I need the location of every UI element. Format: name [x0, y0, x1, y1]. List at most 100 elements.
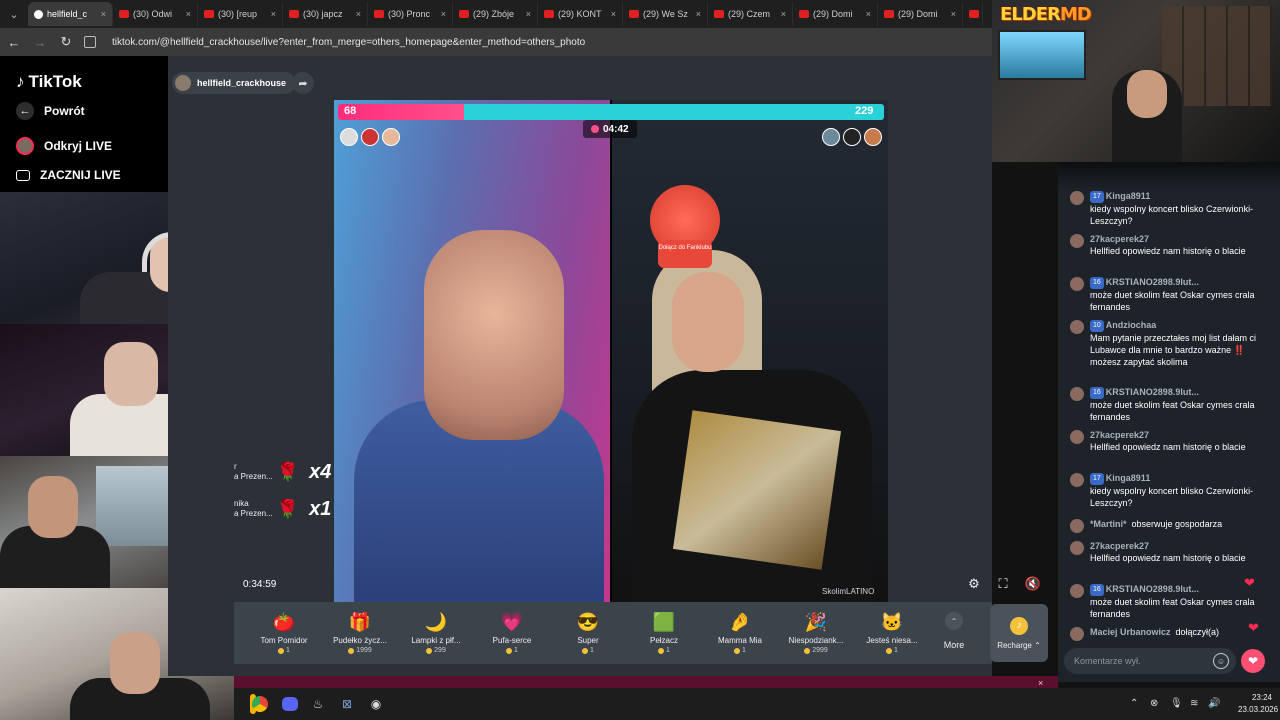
avatar[interactable] [1070, 541, 1084, 555]
forward-arrow-icon[interactable]: → [32, 35, 48, 50]
chat-username[interactable]: KRSTIANO2898.9lut... [1106, 584, 1199, 594]
microphone-icon[interactable]: 🎙 [1170, 698, 1183, 709]
chevron-up-icon[interactable]: ⌃ [1130, 698, 1138, 709]
chat-username[interactable]: Andziochaa [1106, 320, 1157, 330]
recharge-button[interactable]: ♪ Recharge ⌃ [990, 604, 1048, 662]
tiktok-logo[interactable]: ♪ TikTok [16, 72, 82, 92]
close-icon[interactable]: × [1038, 678, 1043, 688]
tab-close-icon[interactable]: × [101, 9, 106, 19]
share-icon[interactable]: ➦ [292, 72, 314, 94]
avatar[interactable] [1070, 584, 1084, 598]
gift-item[interactable]: 💗 Pufa-serce 1 [474, 612, 550, 654]
reload-icon[interactable]: ↻ [58, 34, 74, 50]
tab-close-icon[interactable]: × [526, 9, 531, 19]
avatar[interactable] [1070, 473, 1084, 487]
gift-item[interactable]: 🍅 Tom Pomidor 1 [246, 612, 322, 654]
gifter-avatar[interactable] [864, 128, 882, 146]
chrome-icon[interactable] [250, 694, 270, 714]
gifter-avatar[interactable] [382, 128, 400, 146]
like-heart-icon[interactable]: ❤ [1241, 649, 1265, 673]
gift-item[interactable]: 🟩 Pełzacz 1 [626, 612, 702, 654]
tab-close-icon[interactable]: × [441, 9, 446, 19]
chat-message: Maciej Urbanowicz dołączył(a) [1070, 626, 1270, 641]
gift-item[interactable]: 🎁 Pudełko życz... 1999 [322, 612, 398, 654]
avatar[interactable] [1070, 387, 1084, 401]
chat-username[interactable]: KRSTIANO2898.9lut... [1106, 277, 1199, 287]
youtube-favicon-icon [544, 10, 554, 18]
browser-tab[interactable]: (30) Pronc × [368, 2, 453, 26]
obs-icon[interactable]: ◉ [366, 694, 386, 714]
volume-icon[interactable]: 🔊 [1208, 698, 1220, 709]
more-gifts-button[interactable]: ⌃ More [940, 612, 968, 650]
fullscreen-icon[interactable]: ⛶ [995, 576, 1011, 592]
avatar[interactable] [1070, 430, 1084, 444]
browser-tab[interactable]: (29) Zbóje × [453, 2, 538, 26]
gift-item[interactable]: 😎 Super 1 [550, 612, 626, 654]
gifter-avatar[interactable] [843, 128, 861, 146]
gift-item[interactable]: 🌙 Lampki z płf... 299 [398, 612, 474, 654]
tab-close-icon[interactable]: × [696, 9, 701, 19]
avatar[interactable] [1070, 277, 1084, 291]
xbox-icon[interactable]: ⊠ [337, 694, 357, 714]
fanclub-join-label[interactable]: Dołącz do Fanklubu [658, 240, 712, 268]
clock-date: 23.03.2026 [1238, 705, 1279, 714]
heart-icon: ❤ [1248, 620, 1259, 635]
chat-username[interactable]: Kinga8911 [1106, 473, 1151, 483]
chat-username[interactable]: 27kacperek27 [1090, 234, 1149, 244]
avatar[interactable] [1070, 234, 1084, 248]
tab-close-icon[interactable]: × [271, 9, 276, 19]
tab-close-icon[interactable]: × [186, 9, 191, 19]
discord-icon[interactable] [280, 694, 300, 714]
site-info-icon[interactable] [84, 36, 96, 48]
browser-tab[interactable]: hellfield_c × [28, 2, 113, 26]
chat-username[interactable]: Maciej Urbanowicz [1090, 627, 1171, 637]
gifter-avatar[interactable] [340, 128, 358, 146]
browser-tab[interactable]: Je [963, 2, 983, 26]
chat-username[interactable]: 27kacperek27 [1090, 541, 1149, 551]
network-icon[interactable]: ⊗ [1150, 698, 1158, 709]
browser-tab[interactable]: (29) Domi × [878, 2, 963, 26]
gift-item[interactable]: 🤌 Mamma Mia 1 [702, 612, 778, 654]
browser-tab[interactable]: (29) Czem × [708, 2, 793, 26]
gift-item[interactable]: 🐱 Jesteś niesa... 1 [854, 612, 930, 654]
browser-tab[interactable]: (30) [reup × [198, 2, 283, 26]
chat-username[interactable]: *Martini* [1090, 519, 1127, 529]
live-elapsed-time: 0:34:59 [243, 579, 277, 590]
sidebar-item-discover-live[interactable]: Odkryj LIVE [16, 137, 112, 155]
chat-username[interactable]: Kinga8911 [1106, 191, 1151, 201]
gifter-avatar[interactable] [822, 128, 840, 146]
avatar[interactable] [1070, 320, 1084, 334]
mute-icon[interactable]: 🔇 [1025, 576, 1041, 592]
sidebar-item-back[interactable]: ← Powrót [16, 102, 85, 120]
tab-close-icon[interactable]: × [611, 9, 616, 19]
tab-close-icon[interactable]: × [951, 9, 956, 19]
gift-item[interactable]: 🎉 Niespodziank... 2999 [778, 612, 854, 654]
back-arrow-icon[interactable]: ← [6, 35, 22, 50]
browser-tab[interactable]: (30) japcz × [283, 2, 368, 26]
avatar[interactable] [1070, 191, 1084, 205]
tab-close-icon[interactable]: × [781, 9, 786, 19]
system-clock[interactable]: 23:24 23.03.2026 [1238, 692, 1279, 716]
tab-close-icon[interactable]: × [356, 9, 361, 19]
host-profile-pill[interactable]: hellfield_crackhouse [172, 72, 297, 94]
settings-icon[interactable]: ⚙ [966, 576, 982, 592]
avatar[interactable] [1070, 627, 1084, 641]
sidebar-item-start-live[interactable]: ZACZNIJ LIVE [16, 168, 121, 182]
wifi-icon[interactable]: ≋ [1190, 698, 1198, 709]
avatar[interactable] [1070, 519, 1084, 533]
browser-tab[interactable]: (30) Odwi × [113, 2, 198, 26]
browser-tab[interactable]: (29) KONT × [538, 2, 623, 26]
address-bar[interactable]: tiktok.com/@hellfield_crackhouse/live?en… [112, 37, 585, 48]
browser-tab[interactable]: (29) Domi × [793, 2, 878, 26]
emoji-icon[interactable]: ☺ [1213, 653, 1229, 669]
live-video[interactable] [334, 100, 888, 602]
browser-tab[interactable]: (29) We Sz × [623, 2, 708, 26]
tab-close-icon[interactable]: × [866, 9, 871, 19]
coin-icon: ♪ [1010, 616, 1028, 635]
steam-icon[interactable]: ♨ [308, 694, 328, 714]
tab-search-button[interactable]: ⌄ [0, 0, 28, 28]
chat-username[interactable]: 27kacperek27 [1090, 430, 1149, 440]
chat-username[interactable]: KRSTIANO2898.9lut... [1106, 387, 1199, 397]
comment-input[interactable]: Komentarze wył. [1064, 648, 1236, 674]
gifter-avatar[interactable] [361, 128, 379, 146]
